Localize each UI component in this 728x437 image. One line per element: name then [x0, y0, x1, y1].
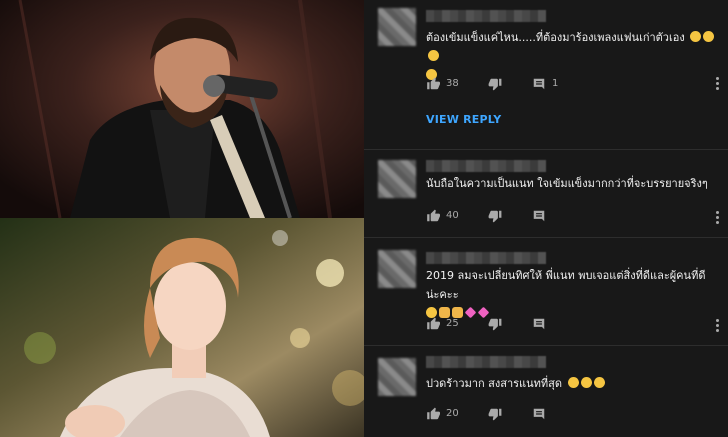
comment-actions: 38 1 [426, 74, 580, 92]
like-count: 38 [446, 77, 459, 89]
comment-item: นับถือในความเป็นแนท ใจเข้มแข็งมากกว่าที่… [364, 150, 728, 238]
more-vert-icon[interactable] [716, 76, 720, 90]
singer-illustration [0, 0, 364, 218]
actress-illustration [0, 218, 364, 437]
author-name-blurred[interactable] [426, 252, 546, 264]
thumb-up-icon[interactable] [426, 406, 440, 420]
comment-text-body: ต้องเข้มแข็งแค่ไหน.....ที่ต้องมาร้องเพลง… [426, 31, 685, 44]
photo-collage [0, 0, 364, 437]
thumb-down-icon[interactable] [488, 76, 502, 91]
comment-icon[interactable] [532, 76, 546, 90]
avatar[interactable] [378, 250, 416, 288]
like-count: 25 [446, 317, 459, 329]
comment-icon[interactable] [532, 316, 546, 330]
comment-actions: 40 [426, 206, 546, 224]
comment-text-body: นับถือในความเป็นแนท ใจเข้มแข็งมากกว่าที่… [426, 177, 708, 190]
comment-item: ปวดร้าวมาก สงสารแนทที่สุด 20 [364, 346, 728, 437]
author-name-blurred[interactable] [426, 356, 546, 368]
comment-text: นับถือในความเป็นแนท ใจเข้มแข็งมากกว่าที่… [426, 174, 716, 193]
comments-panel: ต้องเข้มแข็งแค่ไหน.....ที่ต้องมาร้องเพลง… [364, 0, 728, 437]
more-vert-icon[interactable] [716, 318, 720, 332]
sad-emoji-icon [703, 31, 715, 42]
comment-icon[interactable] [532, 208, 546, 222]
like-count: 20 [446, 407, 459, 419]
author-name-blurred[interactable] [426, 10, 546, 22]
sad-emoji-icon [580, 377, 592, 388]
view-reply-button[interactable]: VIEW REPLY [426, 113, 501, 126]
comment-item: ต้องเข้มแข็งแค่ไหน.....ที่ต้องมาร้องเพลง… [364, 0, 728, 150]
sad-emoji-icon [690, 31, 702, 42]
like-count: 40 [446, 209, 459, 221]
thumb-up-icon[interactable] [426, 208, 440, 222]
thumb-down-icon[interactable] [488, 406, 502, 421]
singer-photo [0, 0, 364, 218]
comment-text-body: ปวดร้าวมาก สงสารแนทที่สุด [426, 377, 563, 390]
avatar[interactable] [378, 8, 416, 46]
thumb-down-icon[interactable] [488, 208, 502, 223]
thumb-up-icon[interactable] [426, 316, 440, 330]
comment-item: 2019 ลมจะเปลี่ยนทิศให้ พี่แนท พบเจอแต่สิ… [364, 238, 728, 346]
actress-photo [0, 218, 364, 437]
comment-text-body: 2019 ลมจะเปลี่ยนทิศให้ พี่แนท พบเจอแต่สิ… [426, 269, 706, 301]
sad-emoji-icon [593, 377, 605, 388]
sad-emoji-icon [428, 50, 439, 61]
comment-text: ปวดร้าวมาก สงสารแนทที่สุด [426, 374, 716, 393]
avatar[interactable] [378, 160, 416, 198]
avatar[interactable] [378, 358, 416, 396]
more-vert-icon[interactable] [716, 210, 720, 224]
reply-count: 1 [552, 77, 559, 89]
comment-icon[interactable] [532, 406, 546, 420]
comment-actions: 20 [426, 404, 546, 422]
thumb-down-icon[interactable] [488, 316, 502, 331]
author-name-blurred[interactable] [426, 160, 546, 172]
thumb-up-icon[interactable] [426, 76, 440, 90]
comment-actions: 25 [426, 314, 546, 332]
sad-emoji-icon [567, 377, 579, 388]
